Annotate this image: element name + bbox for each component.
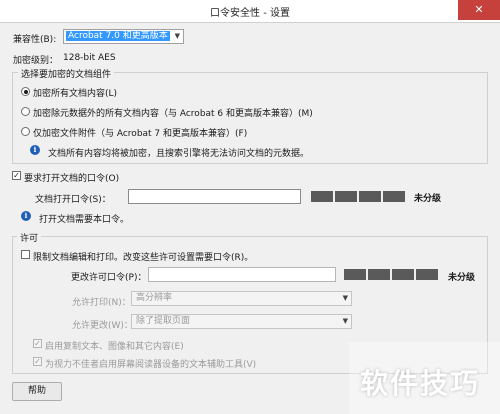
strength-segment	[368, 269, 390, 280]
allow-changes-value: 除了提取页面	[136, 316, 191, 326]
compat-select-value: Acrobat 7.0 和更高版本	[66, 31, 170, 41]
open-password-info-text: 打开文档需要本口令。	[39, 215, 130, 225]
compat-select[interactable]: Acrobat 7.0 和更高版本 ▼	[63, 29, 184, 44]
close-button[interactable]: ✕	[458, 0, 500, 20]
radio-encrypt-except-metadata[interactable]	[21, 107, 30, 116]
permissions-password-strength-label: 未分级	[448, 273, 476, 283]
change-permissions-password-label: 更改许可口令(P)：	[71, 273, 147, 283]
enable-copy-label[interactable]: 启用复制文本、图像和其它内容(E)	[45, 339, 184, 352]
strength-segment	[359, 191, 381, 202]
help-button[interactable]: 帮助	[12, 382, 62, 401]
chevron-down-icon: ▼	[342, 317, 348, 325]
strength-segment	[311, 191, 333, 202]
strength-segment	[344, 269, 366, 280]
checkmark-icon: ✓	[13, 171, 20, 180]
encrypt-level-value: 128-bit AES	[63, 53, 116, 63]
components-group-title: 选择要加密的文档组件	[18, 67, 115, 80]
window-title: 口令安全性 - 设置	[210, 8, 290, 19]
strength-segment	[392, 269, 414, 280]
watermark-text: 软件技巧	[360, 367, 481, 400]
strength-segment	[383, 191, 405, 202]
open-password-strength-bar	[311, 191, 406, 202]
strength-segment	[416, 269, 438, 280]
strength-segment	[335, 191, 357, 202]
open-password-strength-label: 未分级	[414, 194, 442, 204]
allow-changes-select[interactable]: 除了提取页面 ▼	[131, 314, 352, 329]
radio-encrypt-all[interactable]	[21, 87, 30, 96]
permissions-password-strength-bar	[344, 269, 439, 280]
open-password-input[interactable]	[128, 189, 301, 204]
chevron-down-icon: ▼	[174, 32, 180, 40]
components-info-text: 文档所有内容均将被加密，且搜索引擎将无法访问文档的元数据。	[48, 149, 310, 159]
compat-label: 兼容性(B):	[13, 35, 57, 45]
checkmark-icon: ✓	[34, 339, 41, 348]
info-icon: i	[21, 211, 31, 221]
checkmark-icon: ✓	[34, 357, 41, 366]
enable-screenreader-label[interactable]: 为视力不佳者启用屏幕阅读器设备的文本辅助工具(V)	[45, 357, 256, 370]
radio-encrypt-attachments[interactable]	[21, 127, 30, 136]
title-bar: 口令安全性 - 设置 ✕	[0, 0, 500, 23]
radio-encrypt-all-label[interactable]: 加密所有文档内容(L)	[33, 86, 117, 99]
radio-encrypt-attachments-label[interactable]: 仅加密文件附件（与 Acrobat 7 和更高版本兼容）(F)	[33, 126, 247, 139]
allow-changes-label: 允许更改(W)：	[72, 321, 133, 331]
encrypt-level-label: 加密级别：	[13, 56, 59, 66]
enable-screenreader-checkbox[interactable]: ✓	[33, 357, 42, 366]
allow-printing-select[interactable]: 高分辨率 ▼	[131, 291, 352, 306]
permissions-group-title: 许可	[17, 231, 42, 244]
allow-printing-label: 允许打印(N)：	[72, 298, 131, 308]
restrict-editing-checkbox[interactable]	[21, 250, 30, 259]
chevron-down-icon: ▼	[342, 294, 348, 302]
allow-printing-value: 高分辨率	[136, 293, 173, 303]
info-icon: i	[30, 145, 40, 155]
enable-copy-checkbox[interactable]: ✓	[33, 339, 42, 348]
open-password-label: 文档打开口令(S)：	[35, 195, 111, 205]
require-open-password-checkbox[interactable]: ✓	[12, 171, 21, 180]
restrict-editing-label[interactable]: 限制文档编辑和打印。改变这些许可设置需要口令(R)。	[33, 250, 253, 263]
change-permissions-password-input[interactable]	[148, 267, 336, 282]
require-open-password-label[interactable]: 要求打开文档的口令(O)	[24, 171, 119, 184]
close-icon: ✕	[474, 3, 484, 16]
radio-encrypt-except-metadata-label[interactable]: 加密除元数据外的所有文档内容（与 Acrobat 6 和更高版本兼容）(M)	[33, 106, 313, 119]
